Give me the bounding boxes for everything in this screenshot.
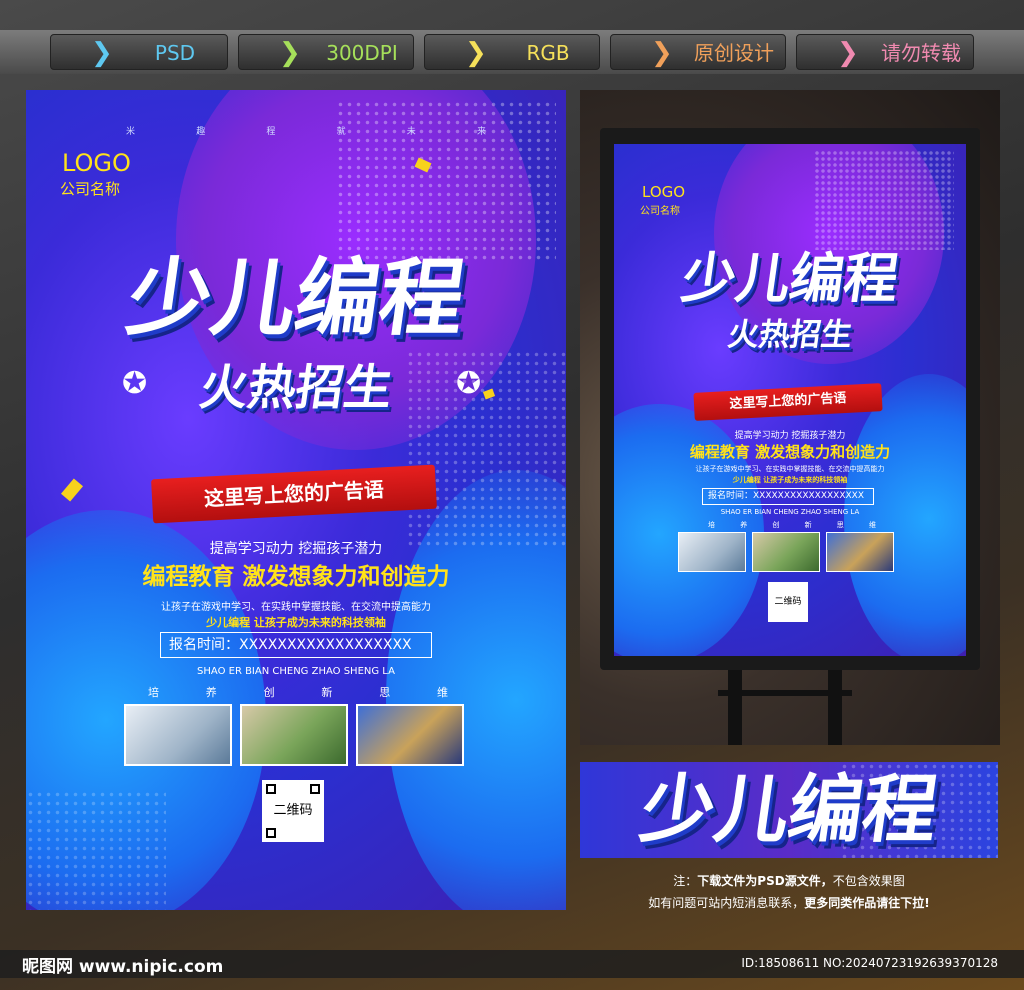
main-poster: 米 趣 程 就 未 来 LOGO 公司名称 少儿编程 火热招生 ✪ ✪ 这里写上…: [26, 90, 566, 910]
values-row: 培 养 创 新 思 维: [148, 684, 448, 700]
chevron-right-icon: ❯: [279, 38, 301, 68]
poster-title: 少儿编程: [677, 247, 903, 310]
value-char: 养: [205, 686, 217, 699]
value-char: 思: [836, 521, 844, 529]
tab-label: 原创设计: [694, 41, 774, 65]
headline: 编程教育 激发想象力和创造力: [689, 443, 891, 461]
note-emphasis: 下载文件为PSD源文件，: [697, 874, 833, 888]
tab-psd: ❯ PSD: [50, 34, 228, 70]
photo-classroom: [356, 704, 464, 766]
title-banner: 少儿编程: [580, 762, 998, 858]
small-char: 米: [126, 127, 136, 137]
chevron-right-icon: ❯: [91, 38, 113, 68]
value-char: 创: [772, 521, 780, 529]
small-char: 趣: [196, 127, 206, 137]
star-icon: ✪: [456, 366, 482, 401]
qr-label: 二维码: [273, 803, 313, 818]
small-char: 就: [336, 127, 346, 137]
value-char: 培: [148, 686, 159, 699]
small-char: 未: [406, 127, 416, 137]
tagline: 少儿编程 让孩子成为未来的科技领袖: [732, 476, 848, 484]
note-text: 如有问题可站内短消息联系，: [648, 896, 805, 910]
note-emphasis: 更多同类作品请往下拉!: [804, 896, 930, 910]
qr-code: 二维码: [768, 582, 808, 622]
image-id: ID:18508611 NO:20240723192639370128: [741, 956, 998, 970]
value-char: 创: [263, 686, 275, 699]
value-char: 思: [379, 686, 391, 699]
description-line: 让孩子在游戏中学习、在实践中掌握技能、在交流中提高能力: [695, 465, 885, 473]
photo-children-computer: [678, 532, 746, 572]
photo-child-building: [240, 704, 348, 766]
register-time-box: 报名时间：XXXXXXXXXXXXXXXXXX: [160, 632, 432, 658]
qr-corner: [310, 784, 320, 794]
chevron-right-icon: ❯: [465, 38, 487, 68]
site-watermark: 昵图网 www.nipic.com: [22, 957, 224, 977]
contact-note: 如有问题可站内短消息联系，更多同类作品请往下拉!: [580, 894, 998, 911]
note-prefix: 注：: [673, 874, 698, 888]
top-bar: ❯ PSD ❯ 300DPI ❯ RGB ❯ 原创设计 ❯ 请勿转载: [0, 30, 1024, 74]
star-icon: ✪: [122, 366, 148, 401]
qr-corner: [266, 784, 276, 794]
confetti: [60, 478, 84, 502]
small-char: 程: [266, 127, 276, 137]
tab-label: PSD: [154, 41, 196, 65]
qr-corner: [266, 828, 276, 838]
pinyin-line: SHAO ER BIAN CHENG ZHAO SHENG LA: [197, 666, 395, 677]
banner-title: 少儿编程: [634, 767, 944, 853]
value-char: 新: [321, 686, 333, 699]
headline: 编程教育 激发想象力和创造力: [142, 564, 450, 590]
halftone-dots: [26, 790, 166, 910]
value-char: 维: [868, 521, 876, 529]
company-name: 公司名称: [640, 206, 680, 217]
slogan-line: 提高学习动力 挖掘孩子潜力: [734, 431, 846, 441]
value-char: 新: [804, 521, 812, 529]
qr-label: 二维码: [774, 597, 802, 607]
tagline: 少儿编程 让孩子成为未来的科技领袖: [206, 616, 386, 629]
logo: LOGO: [642, 183, 686, 201]
tab-rgb: ❯ RGB: [424, 34, 600, 70]
tab-label: RGB: [526, 41, 570, 65]
photo-classroom: [826, 532, 894, 572]
tab-no-repost: ❯ 请勿转载: [796, 34, 974, 70]
top-small-chars: 米 趣 程 就 未 来: [126, 124, 486, 137]
stand-bar: [718, 690, 852, 696]
values-row: 培 养 创 新 思 维: [708, 520, 876, 530]
note-text: 不包含效果图: [832, 874, 905, 888]
small-char: 来: [476, 127, 486, 137]
description-line: 让孩子在游戏中学习、在实践中掌握技能、在交流中提高能力: [161, 602, 431, 613]
poster-subtitle: 火热招生: [725, 317, 855, 353]
value-char: 维: [436, 686, 448, 699]
poster-subtitle: 火热招生: [196, 360, 396, 416]
chevron-right-icon: ❯: [651, 38, 673, 68]
company-name: 公司名称: [60, 180, 121, 198]
tab-original: ❯ 原创设计: [610, 34, 786, 70]
tab-label: 请勿转载: [881, 41, 961, 65]
slogan-line: 提高学习动力 挖掘孩子潜力: [209, 541, 383, 557]
ad-ribbon: 这里写上您的广告语: [151, 464, 437, 524]
stand-leg: [828, 670, 842, 745]
download-note: 注：下载文件为PSD源文件，不包含效果图: [580, 872, 998, 889]
logo: LOGO: [62, 149, 131, 177]
pinyin-line: SHAO ER BIAN CHENG ZHAO SHENG LA: [720, 508, 860, 516]
tab-dpi: ❯ 300DPI: [238, 34, 414, 70]
stand-leg: [728, 670, 742, 745]
tab-label: 300DPI: [326, 41, 398, 65]
register-time-box: 报名时间：XXXXXXXXXXXXXXXXXX: [702, 488, 874, 505]
watermark-footer: 昵图网 www.nipic.com ID:18508611 NO:2024072…: [0, 950, 1024, 978]
chevron-right-icon: ❯: [837, 38, 859, 68]
value-char: 养: [740, 521, 748, 529]
halftone-dots: [814, 150, 954, 250]
qr-code: 二维码: [262, 780, 324, 842]
photo-child-building: [752, 532, 820, 572]
photo-children-computer: [124, 704, 232, 766]
poster-title: 少儿编程: [121, 249, 471, 347]
framed-poster: LOGO 公司名称 少儿编程 火热招生 这里写上您的广告语 提高学习动力 挖掘孩…: [614, 144, 966, 656]
ad-ribbon: 这里写上您的广告语: [693, 383, 883, 421]
value-char: 培: [708, 521, 715, 529]
